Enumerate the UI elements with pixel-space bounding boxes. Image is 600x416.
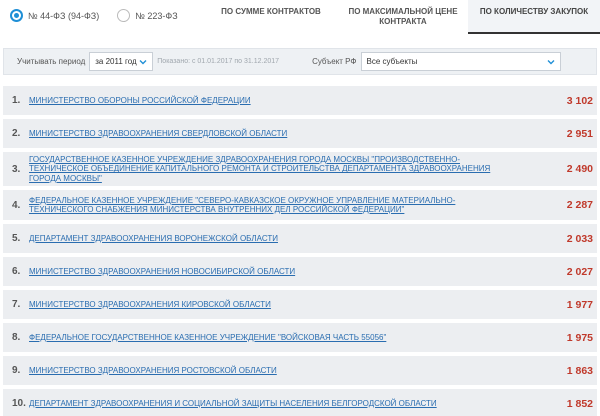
purchase-count: 1 977 bbox=[566, 298, 593, 311]
customer-link[interactable]: МИНИСТЕРСТВО ОБОРОНЫ РОССИЙСКОЙ ФЕДЕРАЦИ… bbox=[29, 96, 509, 106]
purchase-count: 2 951 bbox=[566, 127, 593, 140]
filter-bar: Учитывать период за 2011 год Показано: с… bbox=[3, 48, 597, 75]
law-44-label: № 44-ФЗ (94-ФЗ) bbox=[28, 10, 100, 21]
law-223-radio[interactable]: № 223-ФЗ bbox=[117, 9, 178, 22]
customer-link[interactable]: ФЕДЕРАЛЬНОЕ КАЗЕННОЕ УЧРЕЖДЕНИЕ "СЕВЕРО-… bbox=[29, 196, 509, 215]
rank-number: 2. bbox=[12, 128, 21, 139]
customer-ranking-list: 1. МИНИСТЕРСТВО ОБОРОНЫ РОССИЙСКОЙ ФЕДЕР… bbox=[3, 86, 597, 416]
customer-link[interactable]: ФЕДЕРАЛЬНОЕ ГОСУДАРСТВЕННОЕ КАЗЕННОЕ УЧР… bbox=[29, 333, 509, 343]
radio-checked-icon bbox=[10, 9, 23, 22]
tab-by-purchase-count[interactable]: ПО КОЛИЧЕСТВУ ЗАКУПОК bbox=[468, 0, 600, 34]
subject-select-value: Все субъекты bbox=[366, 57, 418, 66]
purchase-count: 1 863 bbox=[566, 364, 593, 377]
purchase-count: 2 287 bbox=[566, 199, 593, 211]
rank-number: 8. bbox=[12, 332, 21, 343]
customer-link[interactable]: ГОСУДАРСТВЕННОЕ КАЗЕННОЕ УЧРЕЖДЕНИЕ ЗДРА… bbox=[29, 155, 509, 184]
customer-link[interactable]: МИНИСТЕРСТВО ЗДРАВООХРАНЕНИЯ РОСТОВСКОЙ … bbox=[29, 366, 509, 376]
purchase-count: 2 027 bbox=[566, 265, 593, 278]
customer-link[interactable]: ДЕПАРТАМЕНТ ЗДРАВООХРАНЕНИЯ ВОРОНЕЖСКОЙ … bbox=[29, 234, 509, 244]
rank-number: 7. bbox=[12, 299, 21, 310]
chevron-down-icon bbox=[547, 60, 554, 65]
law-radio-group: № 44-ФЗ (94-ФЗ) № 223-ФЗ bbox=[10, 9, 196, 22]
list-item: 3. ГОСУДАРСТВЕННОЕ КАЗЕННОЕ УЧРЕЖДЕНИЕ З… bbox=[3, 152, 597, 186]
law-44-radio[interactable]: № 44-ФЗ (94-ФЗ) bbox=[10, 9, 99, 22]
list-item: 6. МИНИСТЕРСТВО ЗДРАВООХРАНЕНИЯ НОВОСИБИ… bbox=[3, 257, 597, 286]
rank-number: 6. bbox=[12, 266, 21, 277]
subject-label: Субъект РФ bbox=[312, 57, 357, 66]
rank-number: 10. bbox=[12, 398, 26, 409]
rank-number: 3. bbox=[12, 163, 21, 175]
ranking-tabs: ПО СУММЕ КОНТРАКТОВ ПО МАКСИМАЛЬНОЙ ЦЕНЕ… bbox=[204, 0, 600, 34]
tab-by-max-contract-price[interactable]: ПО МАКСИМАЛЬНОЙ ЦЕНЕ КОНТРАКТА bbox=[338, 0, 468, 34]
top-bar: № 44-ФЗ (94-ФЗ) № 223-ФЗ ПО СУММЕ КОНТРА… bbox=[0, 0, 600, 36]
shown-period-note: Показано: с 01.01.2017 по 31.12.2017 bbox=[157, 58, 280, 65]
list-item: 5. ДЕПАРТАМЕНТ ЗДРАВООХРАНЕНИЯ ВОРОНЕЖСК… bbox=[3, 224, 597, 253]
customer-link[interactable]: МИНИСТЕРСТВО ЗДРАВООХРАНЕНИЯ СВЕРДЛОВСКО… bbox=[29, 129, 509, 139]
period-select-value: за 2011 год bbox=[95, 57, 137, 66]
purchase-count: 3 102 bbox=[566, 94, 593, 107]
list-item: 1. МИНИСТЕРСТВО ОБОРОНЫ РОССИЙСКОЙ ФЕДЕР… bbox=[3, 86, 597, 115]
tab-by-contract-sum[interactable]: ПО СУММЕ КОНТРАКТОВ bbox=[204, 0, 338, 34]
purchase-count: 1 852 bbox=[566, 397, 593, 410]
customer-link[interactable]: ДЕПАРТАМЕНТ ЗДРАВООХРАНЕНИЯ И СОЦИАЛЬНОЙ… bbox=[29, 399, 509, 409]
subject-select[interactable]: Все субъекты bbox=[360, 52, 561, 71]
purchase-count: 2 033 bbox=[566, 232, 593, 245]
rank-number: 9. bbox=[12, 365, 21, 376]
list-item: 7. МИНИСТЕРСТВО ЗДРАВООХРАНЕНИЯ КИРОВСКО… bbox=[3, 290, 597, 319]
purchase-count: 1 975 bbox=[566, 331, 593, 344]
rank-number: 4. bbox=[12, 199, 21, 211]
customer-link[interactable]: МИНИСТЕРСТВО ЗДРАВООХРАНЕНИЯ НОВОСИБИРСК… bbox=[29, 267, 509, 277]
period-select[interactable]: за 2011 год bbox=[89, 52, 154, 71]
radio-unchecked-icon bbox=[117, 9, 131, 22]
list-item: 4. ФЕДЕРАЛЬНОЕ КАЗЕННОЕ УЧРЕЖДЕНИЕ "СЕВЕ… bbox=[3, 190, 597, 220]
list-item: 8. ФЕДЕРАЛЬНОЕ ГОСУДАРСТВЕННОЕ КАЗЕННОЕ … bbox=[3, 323, 597, 352]
rank-number: 1. bbox=[12, 95, 21, 106]
period-label: Учитывать период bbox=[17, 57, 86, 66]
list-item: 2. МИНИСТЕРСТВО ЗДРАВООХРАНЕНИЯ СВЕРДЛОВ… bbox=[3, 119, 597, 148]
purchase-count: 2 490 bbox=[566, 163, 593, 175]
list-item: 10. ДЕПАРТАМЕНТ ЗДРАВООХРАНЕНИЯ И СОЦИАЛ… bbox=[3, 389, 597, 416]
chevron-down-icon bbox=[139, 60, 147, 65]
rank-number: 5. bbox=[12, 233, 21, 244]
law-223-label: № 223-ФЗ bbox=[135, 10, 178, 21]
list-item: 9. МИНИСТЕРСТВО ЗДРАВООХРАНЕНИЯ РОСТОВСК… bbox=[3, 356, 597, 385]
customer-link[interactable]: МИНИСТЕРСТВО ЗДРАВООХРАНЕНИЯ КИРОВСКОЙ О… bbox=[29, 300, 509, 310]
